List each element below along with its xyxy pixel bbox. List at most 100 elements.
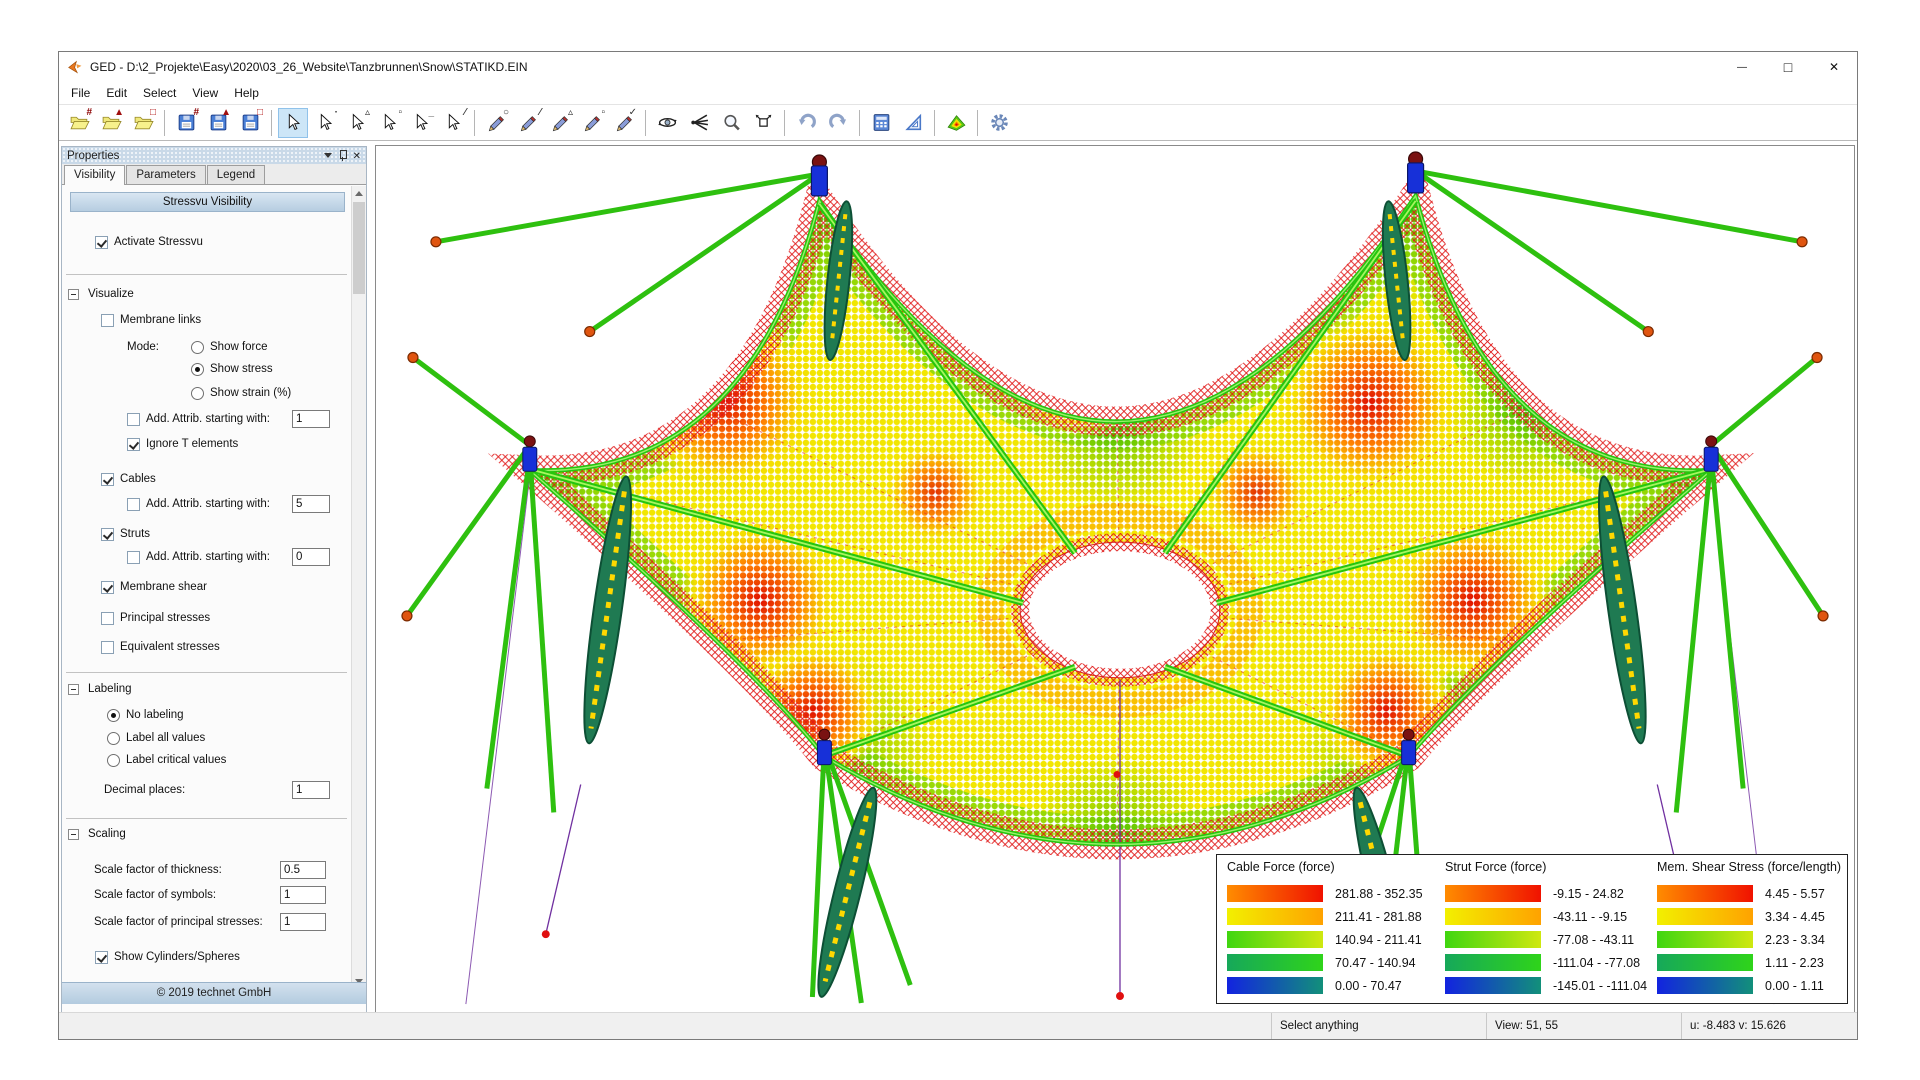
checkbox-icon[interactable] [101, 473, 114, 486]
radio-icon[interactable] [107, 709, 120, 722]
checkbox-principal-stresses[interactable]: Principal stresses [101, 609, 210, 627]
panel-pin-icon[interactable] [339, 150, 346, 161]
radio-show-stress[interactable]: Show stress [191, 360, 273, 378]
maximize-button[interactable] [1765, 52, 1811, 82]
scroll-thumb[interactable] [353, 202, 365, 294]
menu-file[interactable]: File [63, 84, 98, 102]
menu-select[interactable]: Select [135, 84, 184, 102]
checkbox-icon[interactable] [101, 641, 114, 654]
checkbox-membrane-links[interactable]: Membrane links [101, 311, 201, 329]
draw-accept-button[interactable]: ✓ [609, 108, 639, 138]
menu-view[interactable]: View [184, 84, 226, 102]
draw-triangle-button[interactable]: ▵ [545, 108, 575, 138]
radio-label-all-values[interactable]: Label all values [107, 729, 205, 747]
legend-row: -43.11 - -9.15 [1445, 905, 1657, 928]
scale-symbols-input[interactable] [280, 886, 326, 904]
collapse-icon[interactable] [68, 684, 79, 695]
draw-line-button[interactable]: ⁄ [513, 108, 543, 138]
radio-label-critical-values[interactable]: Label critical values [107, 751, 226, 769]
undo-button[interactable] [791, 108, 821, 138]
radio-show-force[interactable]: Show force [191, 338, 268, 356]
panel-menu-chevron-icon[interactable] [324, 153, 332, 158]
section-visualize[interactable]: Visualize [68, 285, 134, 303]
collapse-icon[interactable] [68, 289, 79, 300]
radio-icon[interactable] [107, 754, 120, 767]
select-quads-button[interactable]: ▫ [374, 108, 404, 138]
checkbox-cables[interactable]: Cables [101, 470, 156, 488]
panel-close-icon[interactable] [353, 150, 361, 162]
scale-thickness-input[interactable] [280, 861, 326, 879]
checkbox-struts[interactable]: Struts [101, 525, 150, 543]
orbit-view-button[interactable] [652, 108, 682, 138]
checkbox-activate-stressvu[interactable]: Activate Stressvu [95, 233, 203, 251]
checkbox-icon[interactable] [101, 314, 114, 327]
checkbox-show-cylinders-spheres[interactable]: Show Cylinders/Spheres [95, 948, 240, 966]
checkbox-icon[interactable] [127, 551, 140, 564]
app-window: GED - D:\2_Projekte\Easy\2020\03_26_Webs… [58, 51, 1858, 1040]
draw-point-button[interactable]: ○ [481, 108, 511, 138]
menu-help[interactable]: Help [226, 84, 267, 102]
save-geometry-button[interactable]: # [171, 108, 201, 138]
radio-icon[interactable] [191, 341, 204, 354]
open-topology-button[interactable]: ▲ [96, 108, 126, 138]
checkbox-icon[interactable] [95, 951, 108, 964]
checkbox-icon[interactable] [95, 236, 108, 249]
title-bar[interactable]: GED - D:\2_Projekte\Easy\2020\03_26_Webs… [59, 52, 1857, 82]
legend-row: 281.88 - 352.35 [1227, 882, 1445, 905]
menu-edit[interactable]: Edit [98, 84, 135, 102]
scroll-up-icon[interactable] [352, 186, 366, 201]
tab-parameters[interactable]: Parameters [126, 165, 205, 184]
close-button[interactable] [1811, 52, 1857, 82]
select-pointer-button[interactable] [278, 108, 308, 138]
select-edges-button[interactable]: _ [406, 108, 436, 138]
checkbox-icon[interactable] [101, 528, 114, 541]
checkbox-icon[interactable] [127, 413, 140, 426]
panel-title-bar[interactable]: Properties [62, 147, 366, 164]
checkbox-add-attrib-membrane[interactable]: Add. Attrib. starting with: [127, 410, 270, 428]
section-labeling[interactable]: Labeling [68, 680, 131, 698]
collapse-icon[interactable] [68, 829, 79, 840]
panel-scrollbar[interactable] [351, 186, 366, 989]
minimize-button[interactable] [1719, 52, 1765, 82]
save-topology-button[interactable]: ▲ [203, 108, 233, 138]
radio-icon[interactable] [107, 732, 120, 745]
viewport[interactable]: Cable Force (force)281.88 - 352.35211.41… [375, 145, 1855, 1013]
fit-view-button[interactable] [748, 108, 778, 138]
checkbox-ignore-t-elements[interactable]: Ignore T elements [127, 435, 238, 453]
add-attrib-struts-input[interactable] [292, 548, 330, 566]
checkbox-icon[interactable] [127, 438, 140, 451]
add-attrib-cables-input[interactable] [292, 495, 330, 513]
section-scaling[interactable]: Scaling [68, 825, 126, 843]
settings-button[interactable] [984, 108, 1014, 138]
checkbox-add-attrib-cables[interactable]: Add. Attrib. starting with: [127, 495, 270, 513]
decimal-places-input[interactable] [292, 781, 330, 799]
checkbox-icon[interactable] [101, 612, 114, 625]
zoom-button[interactable] [716, 108, 746, 138]
tab-visibility[interactable]: Visibility [64, 165, 125, 185]
radio-icon[interactable] [191, 387, 204, 400]
hole-mesh [1020, 542, 1220, 678]
checkbox-membrane-shear[interactable]: Membrane shear [101, 578, 207, 596]
checkbox-icon[interactable] [127, 498, 140, 511]
checkbox-equivalent-stresses[interactable]: Equivalent stresses [101, 638, 220, 656]
select-nodes-button[interactable]: · [310, 108, 340, 138]
open-elements-button[interactable]: □ [128, 108, 158, 138]
select-triangles-button[interactable]: ▵ [342, 108, 372, 138]
radio-no-labeling[interactable]: No labeling [107, 706, 184, 724]
open-geometry-button[interactable]: # [64, 108, 94, 138]
checkbox-add-attrib-struts[interactable]: Add. Attrib. starting with: [127, 548, 270, 566]
measure-button[interactable] [898, 108, 928, 138]
tab-legend[interactable]: Legend [207, 165, 265, 184]
checkbox-icon[interactable] [101, 581, 114, 594]
scale-principal-input[interactable] [280, 913, 326, 931]
redo-button[interactable] [823, 108, 853, 138]
save-elements-button[interactable]: □ [235, 108, 265, 138]
radio-show-strain[interactable]: Show strain (%) [191, 384, 291, 402]
zoom-rays-button[interactable] [684, 108, 714, 138]
draw-quad-button[interactable]: ▫ [577, 108, 607, 138]
select-lines-button[interactable]: ⁄ [438, 108, 468, 138]
calculator-button[interactable] [866, 108, 896, 138]
radio-icon[interactable] [191, 363, 204, 376]
add-attrib-membrane-input[interactable] [292, 410, 330, 428]
stress-view-button[interactable] [941, 108, 971, 138]
